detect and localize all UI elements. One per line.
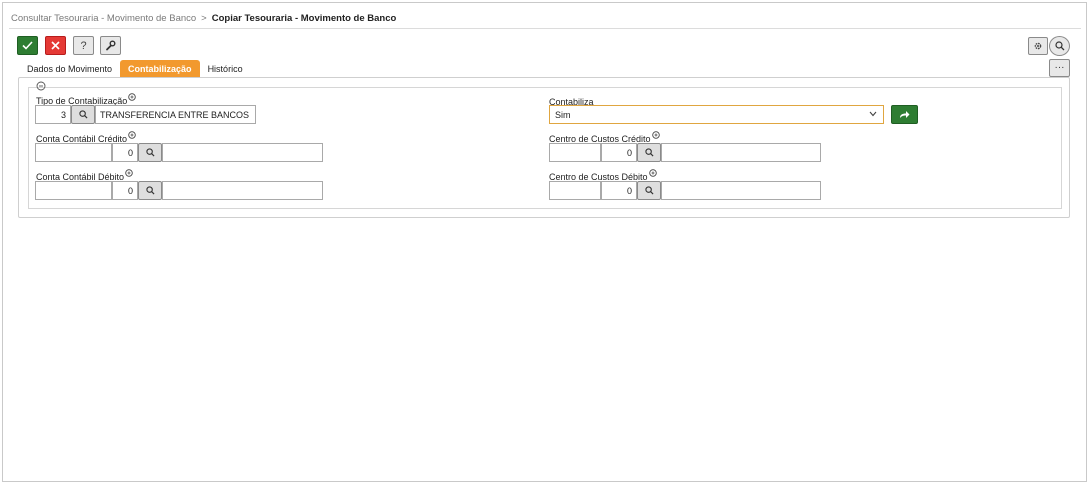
copy-icon[interactable]	[128, 131, 136, 139]
conta-debito-search-button[interactable]	[138, 181, 162, 200]
breadcrumb-current: Copiar Tesouraria - Movimento de Banco	[211, 13, 397, 24]
tab-dados-do-movimento[interactable]: Dados do Movimento	[19, 60, 120, 77]
help-button[interactable]: ?	[73, 36, 94, 55]
tab-bar: Dados do Movimento Contabilização Histór…	[19, 60, 251, 77]
centro-debito-code-input[interactable]	[549, 181, 601, 200]
tipo-contabilizacao-code-input[interactable]: 3	[35, 105, 71, 124]
centro-credito-number-input[interactable]: 0	[601, 143, 637, 162]
search-button[interactable]	[1049, 36, 1070, 56]
wrench-icon	[106, 40, 116, 51]
gear-icon	[1034, 42, 1042, 50]
search-icon	[1054, 41, 1064, 51]
collapse-icon[interactable]	[36, 81, 46, 91]
share-arrow-icon	[900, 111, 910, 118]
settings-button[interactable]	[1028, 37, 1048, 55]
copy-icon[interactable]	[651, 131, 660, 139]
centro-debito-number-input[interactable]: 0	[601, 181, 637, 200]
more-options-label: ···	[1054, 62, 1065, 73]
centro-debito-search-button[interactable]	[637, 181, 661, 200]
close-icon	[51, 41, 60, 50]
centro-debito-description	[661, 181, 821, 200]
copy-icon[interactable]	[125, 169, 133, 177]
conta-credito-description	[162, 143, 323, 162]
search-icon	[145, 148, 155, 157]
tab-contabilizacao[interactable]: Contabilização	[120, 60, 200, 77]
search-icon	[644, 148, 654, 157]
search-icon	[644, 186, 654, 195]
chevron-down-icon	[869, 111, 877, 117]
header-divider	[9, 28, 1081, 29]
tools-button[interactable]	[100, 36, 121, 55]
conta-debito-number-input[interactable]: 0	[112, 181, 138, 200]
centro-credito-search-button[interactable]	[637, 143, 661, 162]
more-options-button[interactable]: ···	[1049, 59, 1070, 77]
confirm-button[interactable]	[17, 36, 38, 55]
contabiliza-value: Sim	[555, 109, 571, 120]
search-icon	[78, 110, 88, 119]
breadcrumb-separator: >	[201, 13, 207, 24]
check-icon	[22, 41, 33, 50]
tipo-contabilizacao-search-button[interactable]	[71, 105, 95, 124]
breadcrumb-parent-link[interactable]: Consultar Tesouraria - Movimento de Banc…	[11, 13, 196, 24]
search-icon	[145, 186, 155, 195]
breadcrumb: Consultar Tesouraria - Movimento de Banc…	[11, 13, 396, 24]
centro-credito-description	[661, 143, 821, 162]
conta-debito-code-input[interactable]	[35, 181, 112, 200]
conta-debito-description	[162, 181, 323, 200]
help-label: ?	[80, 39, 87, 52]
contabiliza-select[interactable]: Sim	[549, 105, 884, 124]
copy-icon[interactable]	[128, 93, 136, 101]
tipo-contabilizacao-description: TRANSFERENCIA ENTRE BANCOS	[95, 105, 256, 124]
apply-button[interactable]	[891, 105, 918, 124]
copy-icon[interactable]	[648, 169, 657, 177]
conta-credito-search-button[interactable]	[138, 143, 162, 162]
conta-credito-code-input[interactable]	[35, 143, 112, 162]
centro-credito-code-input[interactable]	[549, 143, 601, 162]
cancel-button[interactable]	[45, 36, 66, 55]
conta-credito-number-input[interactable]: 0	[112, 143, 138, 162]
tab-historico[interactable]: Histórico	[200, 60, 251, 77]
